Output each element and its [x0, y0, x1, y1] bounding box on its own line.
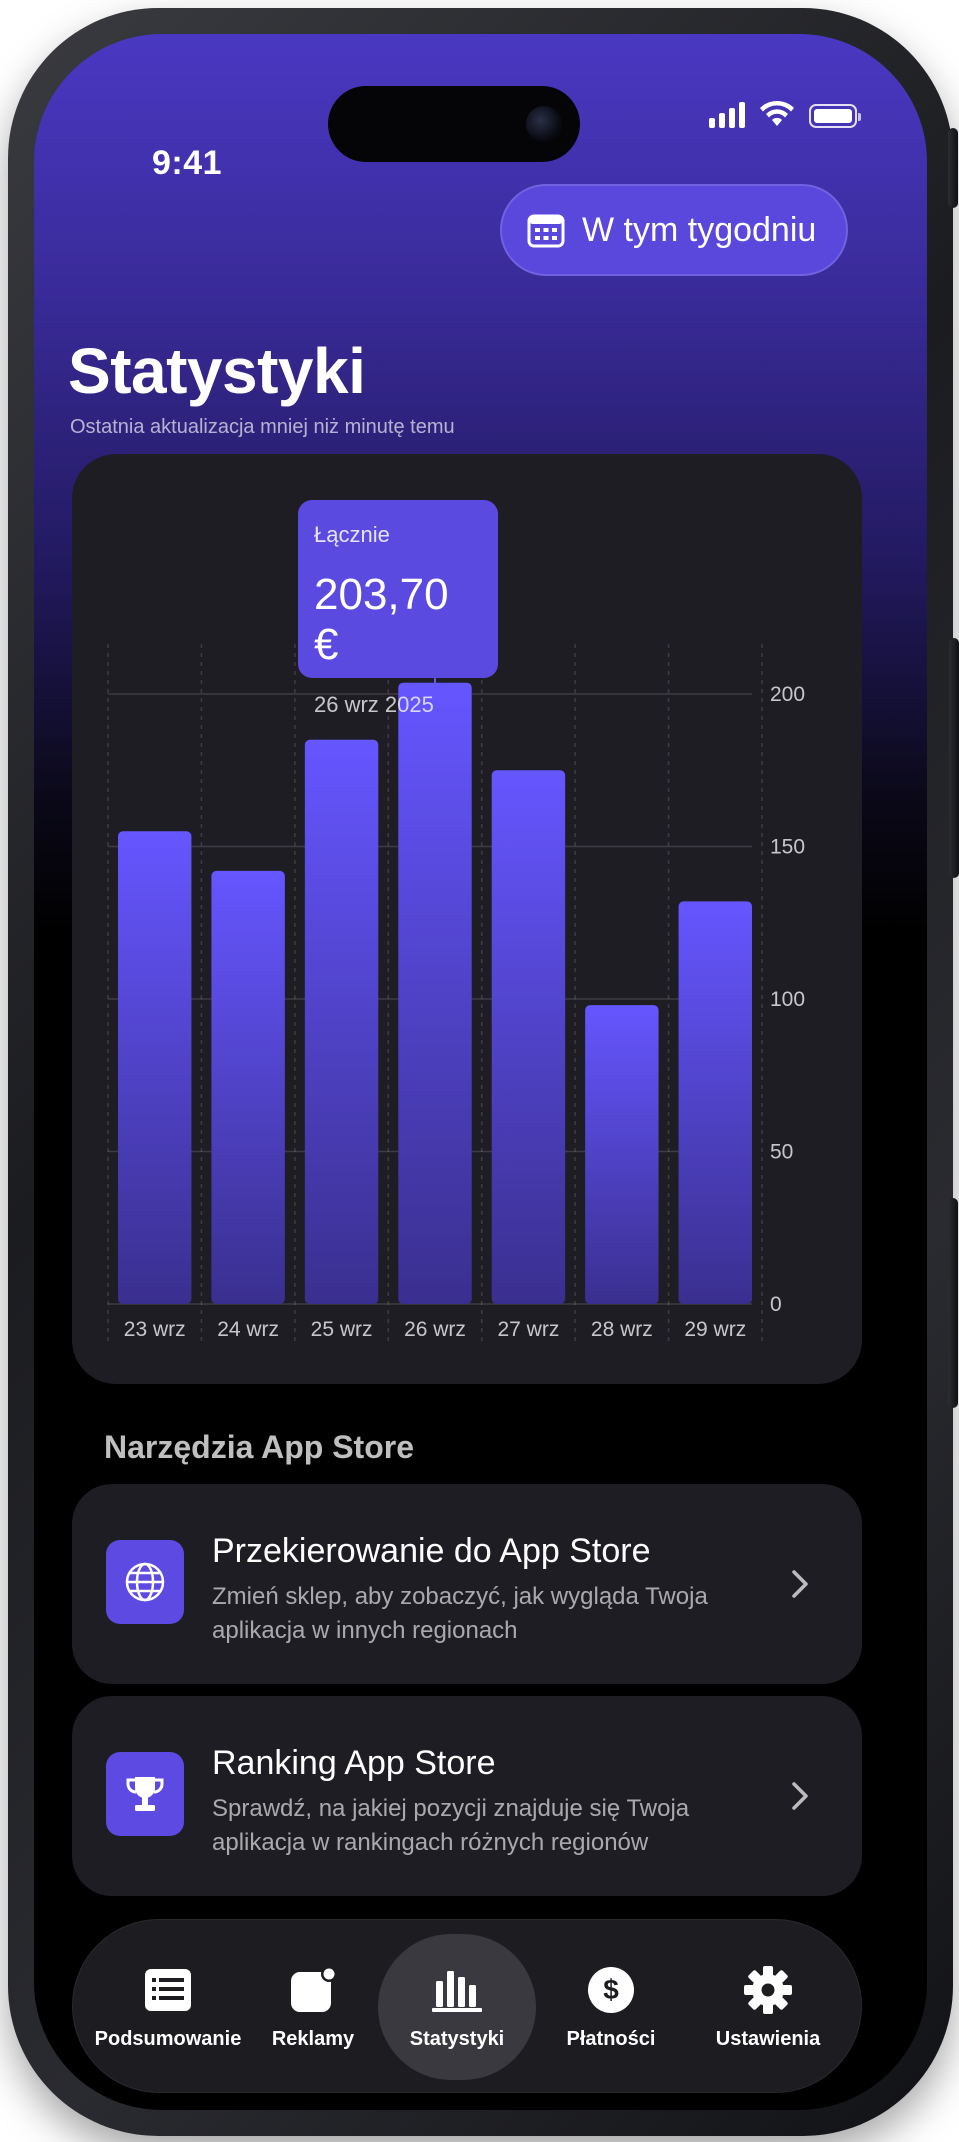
chart-bar-27-wrz[interactable] [491, 770, 566, 1304]
chart-bar-23-wrz[interactable] [118, 831, 192, 1304]
tools-section-title: Narzędzia App Store [104, 1429, 414, 1465]
tool-title: Ranking App Store [212, 1744, 496, 1782]
calendar-icon [527, 214, 565, 248]
tool-title: Przekierowanie do App Store [212, 1532, 651, 1570]
cellular-signal-icon [709, 102, 745, 128]
tab-label: Statystyki [409, 2027, 505, 2050]
chevron-right-icon [792, 1570, 808, 1598]
tab-podsumowanie[interactable]: Podsumowanie [93, 1920, 243, 2094]
period-selector-button[interactable]: W tym tygodniu [500, 184, 848, 276]
x-tick-label: 28 wrz [591, 1318, 653, 1341]
y-tick-label: 0 [770, 1293, 782, 1316]
page-title: Statystyki [68, 335, 366, 407]
power-button [948, 1198, 958, 1408]
chart-bar-24-wrz[interactable] [211, 870, 285, 1304]
stats-icon [431, 1964, 483, 2016]
y-tick-label: 50 [770, 1141, 793, 1164]
chevron-right-icon [792, 1782, 808, 1810]
chart-bar-26-wrz[interactable] [398, 682, 472, 1304]
action-button [948, 128, 958, 208]
tab-statystyki[interactable]: Statystyki [378, 1934, 536, 2080]
x-tick-label: 25 wrz [311, 1318, 373, 1341]
chart-bar-25-wrz[interactable] [304, 739, 379, 1304]
ads-icon [287, 1964, 339, 2016]
tool-description: Zmień sklep, aby zobaczyć, jak wygląda T… [212, 1583, 708, 1644]
tool-description: Sprawdź, na jakiej pozycji znajduje się … [212, 1795, 690, 1856]
wifi-icon [760, 100, 794, 126]
chart-bar-28-wrz[interactable] [585, 1005, 659, 1304]
tab-label: Ustawienia [715, 2027, 821, 2050]
tab-label: Reklamy [271, 2027, 355, 2050]
tab-label: Płatności [566, 2027, 656, 2050]
front-camera [526, 106, 562, 142]
stats-chart-card: 0 50 100 150 200 23 wrz 24 wrz 25 wrz 26 wrz 27 w… [72, 454, 862, 1384]
status-icons [709, 100, 861, 128]
chart-bar-29-wrz[interactable] [678, 901, 752, 1304]
phone-device: 9:41 W tym tygodniu Statystyki Ostatnia … [8, 8, 959, 2136]
x-tick-label: 26 wrz [404, 1318, 466, 1341]
status-time: 9:41 [152, 144, 223, 182]
tab-ustawienia[interactable]: Ustawienia [693, 1920, 843, 2094]
svg-text:$: $ [603, 1974, 619, 2005]
globe-icon [106, 1540, 184, 1624]
x-tick-label: 29 wrz [684, 1318, 746, 1341]
tab-label: Podsumowanie [94, 2027, 242, 2050]
period-selector-label: W tym tygodniu [582, 210, 817, 249]
bottom-tab-bar: Podsumowanie Reklamy Statystyki $ Płatno… [72, 1919, 862, 2093]
app-screen: 9:41 W tym tygodniu Statystyki Ostatnia … [34, 34, 927, 2110]
app-store-ranking-card[interactable]: Ranking App Store Sprawdź, na jakiej poz… [72, 1696, 862, 1896]
y-tick-label: 150 [770, 836, 805, 859]
x-tick-label: 27 wrz [497, 1318, 559, 1341]
x-tick-label: 24 wrz [217, 1318, 279, 1341]
volume-button [949, 638, 959, 878]
tooltip-value: 203,70 € [314, 570, 449, 669]
battery-icon [809, 104, 861, 128]
y-tick-label: 100 [770, 988, 805, 1011]
gear-icon [742, 1964, 794, 2016]
last-update-text: Ostatnia aktualizacja mniej niż minutę t… [70, 416, 455, 438]
y-tick-label: 200 [770, 683, 805, 706]
dynamic-island [328, 86, 580, 162]
tab-reklamy[interactable]: Reklamy [253, 1920, 373, 2094]
tab-platnosci[interactable]: $ Płatności [541, 1920, 681, 2094]
x-tick-label: 23 wrz [124, 1318, 186, 1341]
trophy-icon [106, 1752, 184, 1836]
tooltip-label: Łącznie [314, 522, 390, 547]
summary-icon [142, 1964, 194, 2016]
dollar-icon: $ [585, 1964, 637, 2016]
tooltip-date: 26 wrz 2025 [314, 692, 434, 717]
chart-tooltip: Łącznie 203,70 € 26 wrz 2025 [298, 500, 498, 717]
app-store-redirect-card[interactable]: Przekierowanie do App Store Zmień sklep,… [72, 1484, 862, 1684]
